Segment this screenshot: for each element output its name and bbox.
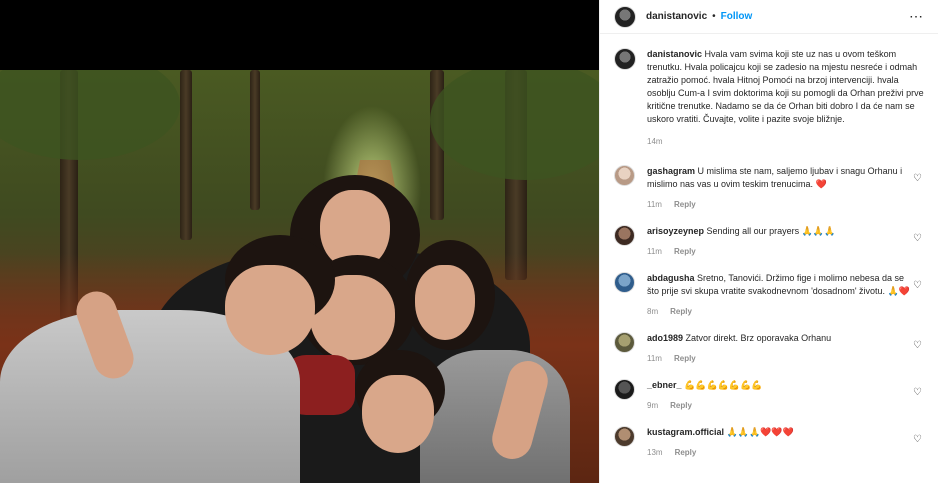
comment-username[interactable]: arisoyzeynep xyxy=(647,226,704,236)
foliage xyxy=(0,70,180,160)
comment-timestamp: 11m xyxy=(647,200,662,209)
avatar[interactable] xyxy=(614,5,636,28)
avatar[interactable] xyxy=(614,48,636,70)
comment-item: gashagram U mislima ste nam, saljemo lju… xyxy=(614,165,924,211)
tree-trunk xyxy=(250,70,260,210)
foliage xyxy=(430,70,599,180)
comment-timestamp: 9m xyxy=(647,401,659,410)
reply-button[interactable]: Reply xyxy=(674,200,696,209)
post-media-pane xyxy=(0,0,599,483)
separator-dot: • xyxy=(712,11,716,22)
comment-text: Sending all our prayers 🙏🙏🙏 xyxy=(706,226,836,236)
tree-trunk xyxy=(180,70,192,240)
comment-username[interactable]: ado1989 xyxy=(647,333,683,343)
comment-timestamp: 11m xyxy=(647,247,662,256)
avatar[interactable] xyxy=(614,332,635,353)
comment-timestamp: 11m xyxy=(647,354,662,363)
avatar[interactable] xyxy=(614,225,635,246)
comment-timestamp: 13m xyxy=(647,448,663,457)
reply-button[interactable]: Reply xyxy=(674,354,696,363)
reply-button[interactable]: Reply xyxy=(674,247,696,256)
comment-item: abdagusha Sretno, Tanovići. Držimo fige … xyxy=(614,272,924,318)
person-face xyxy=(362,375,434,453)
person-sweater xyxy=(420,350,570,483)
comment-username[interactable]: gashagram xyxy=(647,166,695,176)
follow-button[interactable]: Follow xyxy=(721,11,753,22)
comment-username[interactable]: _ebner_ xyxy=(647,380,682,390)
comment-item: arisoyzeynep Sending all our prayers 🙏🙏🙏… xyxy=(614,225,924,258)
like-heart-icon[interactable]: ♡ xyxy=(913,434,922,445)
comment-item: _ebner_ 💪💪💪💪💪💪💪 9m Reply ♡ xyxy=(614,379,924,412)
comment-username[interactable]: kustagram.official xyxy=(647,427,724,437)
comment-username[interactable]: abdagusha xyxy=(647,273,695,283)
comment-timestamp: 8m xyxy=(647,307,659,316)
reply-button[interactable]: Reply xyxy=(675,448,697,457)
caption-timestamp: 14m xyxy=(647,137,663,146)
comment-text: 💪💪💪💪💪💪💪 xyxy=(684,380,763,390)
avatar[interactable] xyxy=(614,426,635,447)
reply-button[interactable]: Reply xyxy=(670,307,692,316)
post-details-panel: danistanovic • Follow ⋯ danistanovic Hva… xyxy=(599,0,938,483)
like-heart-icon[interactable]: ♡ xyxy=(913,387,922,398)
like-heart-icon[interactable]: ♡ xyxy=(913,280,922,291)
post-photo[interactable] xyxy=(0,70,599,483)
comment-item: kustagram.official 🙏🙏🙏❤️❤️❤️ 13m Reply ♡ xyxy=(614,426,924,459)
comment-item: ado1989 Zatvor direkt. Brz oporavaka Orh… xyxy=(614,332,924,365)
like-heart-icon[interactable]: ♡ xyxy=(913,340,922,351)
comment-text: Zatvor direkt. Brz oporavaka Orhanu xyxy=(685,333,832,343)
person-face xyxy=(415,265,475,340)
caption-text: Hvala vam svima koji ste uz nas u ovom t… xyxy=(647,49,924,124)
like-heart-icon[interactable]: ♡ xyxy=(913,173,922,184)
post-header: danistanovic • Follow ⋯ xyxy=(600,0,938,34)
comments-list: danistanovic Hvala vam svima koji ste uz… xyxy=(600,34,938,459)
author-username[interactable]: danistanovic xyxy=(646,11,707,22)
like-heart-icon[interactable]: ♡ xyxy=(913,233,922,244)
reply-button[interactable]: Reply xyxy=(670,401,692,410)
avatar[interactable] xyxy=(614,379,635,400)
avatar[interactable] xyxy=(614,272,635,293)
more-options-icon[interactable]: ⋯ xyxy=(909,8,924,25)
post-caption: danistanovic Hvala vam svima koji ste uz… xyxy=(614,48,924,148)
caption-username[interactable]: danistanovic xyxy=(647,49,702,59)
avatar[interactable] xyxy=(614,165,635,186)
person-face xyxy=(225,265,315,355)
comment-text: 🙏🙏🙏❤️❤️❤️ xyxy=(726,427,794,437)
